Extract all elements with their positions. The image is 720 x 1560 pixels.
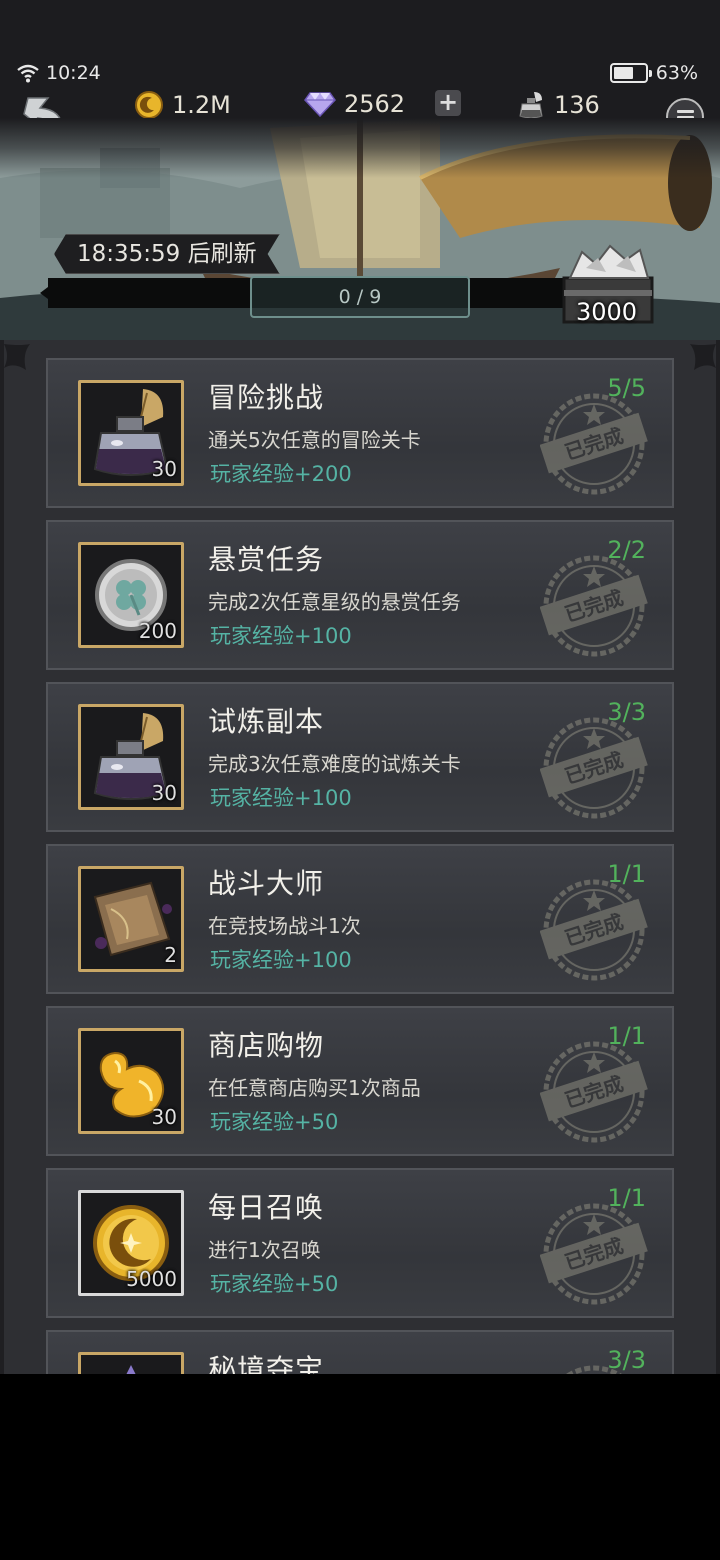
task-card[interactable]: 30 试炼副本 完成3次任意难度的试炼关卡 玩家经验+100 3/3 已完成 bbox=[46, 682, 674, 832]
task-title: 每日召唤 bbox=[208, 1191, 325, 1224]
item-count: 2 bbox=[164, 943, 177, 967]
corner-ornament-icon bbox=[690, 344, 716, 370]
battery-percent: 63% bbox=[655, 62, 698, 84]
reward-item-slot[interactable]: 200 bbox=[78, 542, 184, 648]
reward-item-slot[interactable]: 30 bbox=[78, 1028, 184, 1134]
task-title: 战斗大师 bbox=[208, 867, 325, 900]
progress-label: 0 / 9 bbox=[250, 276, 470, 318]
battery-level bbox=[613, 67, 633, 79]
add-gems-button[interactable]: + bbox=[435, 90, 461, 116]
refresh-timer: 18:35:59 后刷新 bbox=[54, 234, 280, 274]
completed-stamp-icon: 已完成 bbox=[539, 714, 648, 822]
completed-stamp-icon: 已完成 bbox=[539, 552, 648, 660]
corner-ornament-icon bbox=[4, 344, 30, 370]
status-bar: 10:24 63% bbox=[0, 0, 720, 90]
task-card[interactable]: 5000 每日召唤 进行1次召唤 玩家经验+50 1/1 已完成 bbox=[46, 1168, 674, 1318]
task-card[interactable]: 30 商店购物 在任意商店购买1次商品 玩家经验+50 1/1 已完成 bbox=[46, 1006, 674, 1156]
crystal-icon bbox=[81, 1355, 181, 1374]
task-reward: 玩家经验+50 bbox=[210, 1110, 339, 1134]
task-title: 试炼副本 bbox=[208, 705, 325, 738]
completed-stamp-icon: 已完成 bbox=[539, 1038, 648, 1146]
task-description: 通关5次任意的冒险关卡 bbox=[208, 428, 421, 452]
gem-counter: 2562 bbox=[304, 90, 405, 118]
battery-icon bbox=[609, 63, 652, 83]
item-count: 30 bbox=[151, 1105, 177, 1129]
task-description: 完成3次任意难度的试炼关卡 bbox=[208, 752, 461, 776]
task-description: 在竞技场战斗1次 bbox=[208, 914, 361, 938]
completed-stamp-icon: 已完成 bbox=[539, 390, 648, 498]
diamond-icon bbox=[304, 92, 336, 117]
gold-amount: 1.2M bbox=[172, 91, 231, 119]
item-count: 200 bbox=[138, 619, 177, 643]
item-count: 5000 bbox=[126, 1267, 177, 1291]
status-right: 63% bbox=[609, 62, 698, 84]
task-title: 秘境夺宝 bbox=[208, 1353, 325, 1374]
gold-counter: 1.2M bbox=[134, 90, 231, 120]
bottom-area bbox=[0, 1374, 720, 1560]
clock: 10:24 bbox=[46, 62, 101, 84]
task-card[interactable]: 2 战斗大师 在竞技场战斗1次 玩家经验+100 1/1 已完成 bbox=[46, 844, 674, 994]
task-title: 冒险挑战 bbox=[208, 381, 325, 414]
task-description: 完成2次任意星级的悬赏任务 bbox=[208, 590, 461, 614]
ink-counter: 136 bbox=[518, 90, 600, 120]
event-banner: 18:35:59 后刷新 0 / 9 3000 bbox=[0, 118, 720, 346]
task-description: 在任意商店购买1次商品 bbox=[208, 1076, 421, 1100]
task-title: 悬赏任务 bbox=[208, 543, 325, 576]
task-reward: 玩家经验+100 bbox=[210, 948, 352, 972]
task-title: 商店购物 bbox=[208, 1029, 325, 1062]
ink-amount: 136 bbox=[554, 91, 600, 119]
chest-count: 3000 bbox=[576, 298, 638, 326]
completed-stamp-icon: 已完成 bbox=[540, 1362, 648, 1374]
ink-bottle-icon bbox=[519, 92, 543, 119]
reward-item-slot[interactable]: 5000 bbox=[78, 1190, 184, 1296]
task-card[interactable]: 200 悬赏任务 完成2次任意星级的悬赏任务 玩家经验+100 2/2 已完成 bbox=[46, 520, 674, 670]
task-reward: 玩家经验+100 bbox=[210, 786, 352, 810]
banner-shade bbox=[0, 118, 720, 178]
status-left: 10:24 bbox=[16, 62, 101, 84]
reward-item-slot[interactable] bbox=[78, 1352, 184, 1374]
task-reward: 玩家经验+200 bbox=[210, 462, 352, 486]
reward-item-slot[interactable]: 2 bbox=[78, 866, 184, 972]
menu-line bbox=[677, 110, 694, 113]
gem-amount: 2562 bbox=[344, 90, 406, 118]
gold-coin-icon bbox=[135, 91, 163, 119]
task-reward: 玩家经验+50 bbox=[210, 1272, 339, 1296]
completed-stamp-icon: 已完成 bbox=[539, 1200, 648, 1308]
task-reward: 玩家经验+100 bbox=[210, 624, 352, 648]
wifi-icon bbox=[17, 64, 39, 83]
completed-stamp-icon: 已完成 bbox=[539, 876, 648, 984]
task-description: 进行1次召唤 bbox=[208, 1238, 321, 1262]
task-card[interactable]: 30 冒险挑战 通关5次任意的冒险关卡 玩家经验+200 5/5 已完成 bbox=[46, 358, 674, 508]
reward-item-slot[interactable]: 30 bbox=[78, 704, 184, 810]
reward-item-slot[interactable]: 30 bbox=[78, 380, 184, 486]
task-list[interactable]: 30 冒险挑战 通关5次任意的冒险关卡 玩家经验+200 5/5 已完成 200… bbox=[0, 340, 720, 1374]
task-card[interactable]: 秘境夺宝 3/3 已完成 bbox=[46, 1330, 674, 1374]
item-count: 30 bbox=[151, 781, 177, 805]
item-count: 30 bbox=[151, 457, 177, 481]
